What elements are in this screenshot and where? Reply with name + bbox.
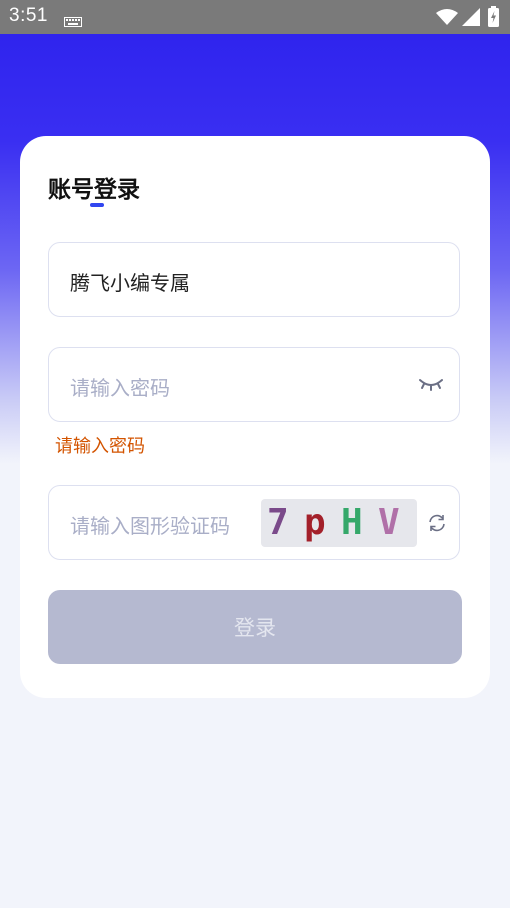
- captcha-image[interactable]: 7 p H V: [261, 499, 417, 547]
- page-title: 账号登录: [48, 177, 140, 203]
- captcha-char: V: [378, 502, 400, 543]
- signal-icon: [462, 8, 480, 30]
- password-error: 请输入密码: [55, 436, 145, 457]
- login-card: 账号登录 腾飞小编专属 请输入密码 请输入密码 请输入图形验证码 7 p H V: [20, 136, 490, 698]
- battery-icon: [488, 6, 499, 31]
- captcha-field[interactable]: 请输入图形验证码 7 p H V: [48, 485, 460, 560]
- status-time: 3:51: [9, 5, 48, 26]
- captcha-char: p: [304, 502, 326, 543]
- login-button[interactable]: 登录: [48, 590, 462, 664]
- password-placeholder: 请输入密码: [70, 376, 170, 400]
- status-bar: 3:51: [0, 0, 510, 34]
- captcha-char: 7: [267, 502, 289, 543]
- wifi-icon: [436, 8, 458, 30]
- title-underline: [90, 203, 104, 207]
- password-field[interactable]: 请输入密码: [48, 347, 460, 422]
- captcha-placeholder: 请输入图形验证码: [70, 514, 230, 538]
- username-field[interactable]: 腾飞小编专属: [48, 242, 460, 317]
- captcha-char: H: [341, 502, 363, 543]
- username-value: 腾飞小编专属: [70, 271, 190, 295]
- keyboard-icon: [64, 12, 82, 31]
- refresh-icon[interactable]: [427, 513, 447, 537]
- eye-closed-icon[interactable]: [419, 376, 443, 395]
